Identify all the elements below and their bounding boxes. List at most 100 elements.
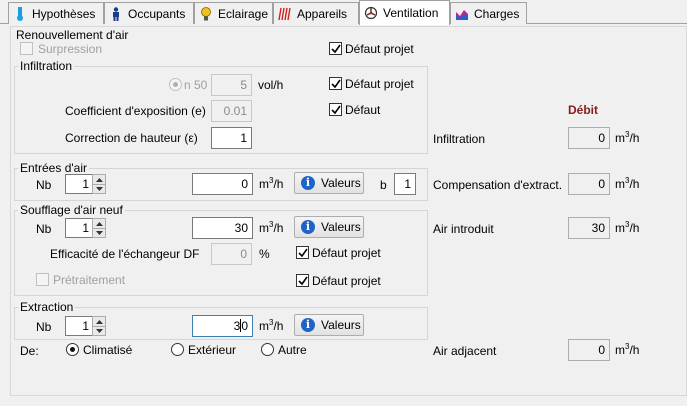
renouvellement-title: Renouvellement d'air — [16, 28, 129, 42]
person-icon — [109, 6, 123, 21]
info-icon: i — [301, 220, 315, 234]
efficacite-defaut-projet-checkbox[interactable] — [296, 246, 309, 259]
coef-exposition-label: Coefficient d'exposition (e) — [65, 104, 206, 118]
tab-label: Charges — [474, 6, 520, 21]
air-adjacent-unit: m3/h — [615, 342, 640, 358]
check-icon — [297, 276, 308, 285]
defaut-projet-label: Défaut projet — [345, 42, 414, 56]
surpression-checkbox[interactable] — [20, 42, 33, 55]
coef-exposition-input[interactable]: 0.01 — [211, 100, 252, 122]
air-introduit-label: Air introduit — [433, 222, 494, 236]
efficacite-label: Efficacité de l'échangeur DF — [50, 247, 200, 261]
surpression-label: Surpression — [38, 42, 103, 56]
fan-icon — [364, 6, 378, 20]
tab-eclairage[interactable]: Eclairage — [194, 2, 273, 24]
soufflage-nb-spinner[interactable] — [92, 218, 106, 238]
pretraitement-defaut-projet-label: Défaut projet — [312, 274, 381, 288]
tab-label: Occupants — [128, 6, 186, 21]
exterieur-label: Extérieur — [188, 343, 237, 357]
arrow-up-icon — [95, 319, 103, 324]
pretraitement-label: Prétraitement — [53, 273, 126, 287]
arrow-down-icon — [95, 187, 103, 191]
air-adjacent-value: 0 — [568, 339, 610, 361]
info-icon: i — [301, 318, 315, 332]
debit-title: Débit — [568, 103, 598, 117]
coef-defaut-checkbox[interactable] — [329, 103, 342, 116]
soufflage-nb-label: Nb — [36, 222, 52, 236]
thermometer-icon — [13, 6, 27, 21]
debit-infiltration-value: 0 — [568, 127, 610, 149]
tab-bar: Hypothèses Occupants Eclairage Appareils… — [0, 0, 687, 25]
n50-label: n 50 — [184, 78, 208, 92]
tab-label: Ventilation — [383, 6, 439, 20]
tab-appareils[interactable]: Appareils — [273, 2, 359, 24]
chart-icon — [455, 7, 469, 21]
infiltration-defaut-projet-checkbox[interactable] — [329, 77, 342, 90]
exterieur-radio[interactable] — [171, 343, 184, 356]
extraction-flow-unit: m3/h — [259, 318, 284, 334]
entrees-flow-input[interactable]: 0 — [192, 173, 253, 195]
radiator-icon — [278, 7, 292, 21]
arrow-up-icon — [95, 221, 103, 226]
n50-unit: vol/h — [258, 78, 284, 92]
air-introduit-value: 30 — [568, 217, 610, 239]
compensation-unit: m3/h — [615, 176, 640, 192]
b-input[interactable]: 1 — [394, 173, 416, 195]
check-icon — [330, 105, 341, 114]
efficacite-defaut-projet-label: Défaut projet — [312, 246, 381, 260]
infiltration-title: Infiltration — [18, 59, 75, 73]
lightbulb-icon — [199, 6, 213, 21]
check-icon — [297, 248, 308, 257]
soufflage-valeurs-button[interactable]: i Valeurs — [294, 216, 364, 238]
tab-label: Eclairage — [218, 6, 269, 21]
extraction-nb-label: Nb — [36, 320, 52, 334]
tab-occupants[interactable]: Occupants — [104, 2, 194, 24]
check-icon — [330, 44, 341, 53]
extraction-flow-input[interactable]: 30 — [192, 315, 253, 337]
correction-hauteur-label: Correction de hauteur (ε) — [65, 131, 198, 145]
arrow-down-icon — [95, 329, 103, 333]
coef-defaut-label: Défaut — [345, 103, 381, 117]
soufflage-flow-input[interactable]: 30 — [192, 217, 253, 239]
n50-radio[interactable] — [169, 78, 182, 91]
entrees-nb-label: Nb — [36, 178, 52, 192]
arrow-up-icon — [95, 177, 103, 182]
autre-radio[interactable] — [261, 343, 274, 356]
pretraitement-defaut-projet-checkbox[interactable] — [296, 274, 309, 287]
compensation-label: Compensation d'extract. — [433, 178, 563, 192]
entrees-valeurs-button[interactable]: i Valeurs — [294, 172, 364, 194]
entrees-nb-input[interactable]: 1 — [65, 174, 93, 194]
de-label: De: — [20, 344, 39, 358]
climatise-radio[interactable] — [66, 343, 79, 356]
infiltration-defaut-projet-label: Défaut projet — [345, 77, 414, 91]
entrees-nb-spinner[interactable] — [92, 174, 106, 194]
tab-label: Hypothèses — [32, 6, 96, 21]
defaut-projet-checkbox[interactable] — [329, 42, 342, 55]
extraction-title: Extraction — [18, 300, 76, 314]
climatise-label: Climatisé — [83, 343, 133, 357]
b-label: b — [380, 178, 387, 192]
air-introduit-unit: m3/h — [615, 220, 640, 236]
extraction-valeurs-button[interactable]: i Valeurs — [294, 314, 364, 336]
n50-input[interactable]: 5 — [211, 74, 252, 96]
air-adjacent-label: Air adjacent — [433, 344, 497, 358]
soufflage-title: Soufflage d'air neuf — [18, 203, 125, 217]
pretraitement-checkbox[interactable] — [36, 273, 49, 286]
info-icon: i — [301, 176, 315, 190]
efficacite-input[interactable]: 0 — [211, 243, 252, 265]
correction-hauteur-input[interactable]: 1 — [211, 127, 252, 149]
autre-label: Autre — [278, 343, 307, 357]
soufflage-flow-unit: m3/h — [259, 220, 284, 236]
entrees-flow-unit: m3/h — [259, 176, 284, 192]
tab-label: Appareils — [297, 6, 348, 21]
tab-hypotheses[interactable]: Hypothèses — [8, 2, 104, 24]
extraction-nb-input[interactable]: 1 — [65, 316, 93, 336]
tab-ventilation[interactable]: Ventilation — [359, 0, 450, 25]
debit-infiltration-unit: m3/h — [615, 130, 640, 146]
extraction-nb-spinner[interactable] — [92, 316, 106, 336]
debit-infiltration-label: Infiltration — [433, 132, 486, 146]
soufflage-nb-input[interactable]: 1 — [65, 218, 93, 238]
efficacite-unit: % — [259, 247, 270, 261]
tab-charges[interactable]: Charges — [450, 2, 527, 24]
entrees-air-title: Entrées d'air — [18, 161, 89, 175]
